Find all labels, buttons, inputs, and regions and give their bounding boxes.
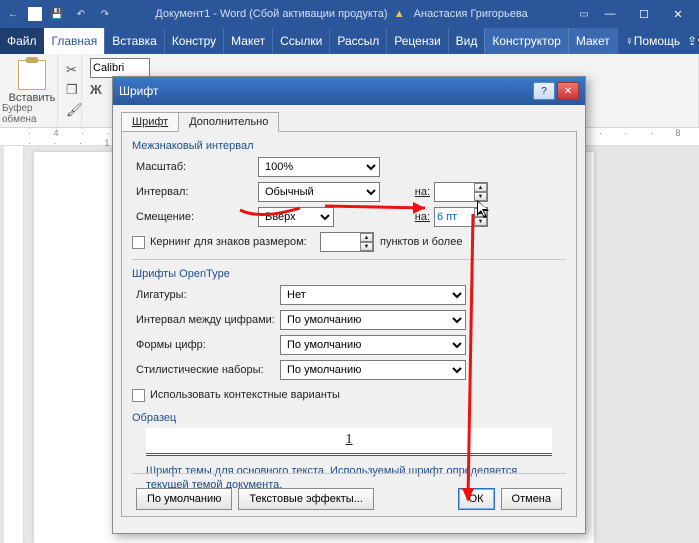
spin-up-icon[interactable]: ▲ (360, 233, 373, 242)
dialog-title: Шрифт (119, 84, 531, 98)
text-effects-button[interactable]: Текстовые эффекты... (238, 488, 374, 510)
kerning-label: Кернинг для знаков размером: (150, 236, 320, 248)
close-window-button[interactable]: ✕ (661, 0, 695, 28)
set-default-button[interactable]: По умолчанию (136, 488, 232, 510)
dialog-tabs: Шрифт Дополнительно (113, 105, 585, 131)
save-icon[interactable]: 💾 (48, 5, 66, 23)
copy-icon[interactable]: ❐ (66, 82, 73, 98)
number-form-label: Формы цифр: (132, 339, 280, 351)
dialog-buttons: По умолчанию Текстовые эффекты... ОК Отм… (122, 488, 576, 510)
undo-icon[interactable]: ↶ (72, 5, 90, 23)
kerning-suffix: пунктов и более (374, 236, 462, 248)
scale-select[interactable]: 100% (258, 157, 380, 177)
tab-mailings[interactable]: Рассыл (329, 28, 386, 54)
vertical-ruler[interactable] (4, 146, 24, 543)
ribbon-tabs: Файл Главная Вставка Констру Макет Ссылк… (0, 28, 699, 54)
tab-file[interactable]: Файл (0, 28, 44, 54)
warning-icon: ▲ (394, 8, 405, 20)
clipboard-group-label: Буфер обмена (2, 103, 57, 125)
dialog-tab-font-label: Шрифт (132, 116, 168, 128)
contextual-alternates-label: Использовать контекстные варианты (150, 389, 340, 401)
ligatures-label: Лигатуры: (132, 289, 280, 301)
cut-icon[interactable]: ✂ (66, 62, 73, 78)
cancel-button[interactable]: Отмена (501, 488, 562, 510)
user-name: Анастасия Григорьева (408, 8, 534, 20)
paste-button[interactable]: Вставить (8, 60, 56, 104)
ligatures-select[interactable]: Нет (280, 285, 466, 305)
ok-button[interactable]: ОК (458, 488, 495, 510)
spacing-select[interactable]: Обычный (258, 182, 380, 202)
spin-down-icon[interactable]: ▼ (360, 242, 373, 251)
number-form-select[interactable]: По умолчанию (280, 335, 466, 355)
stylistic-sets-select[interactable]: По умолчанию (280, 360, 466, 380)
position-select[interactable]: Вверх (258, 207, 334, 227)
dialog-tab-advanced[interactable]: Дополнительно (178, 112, 279, 132)
spin-up-icon[interactable]: ▲ (474, 183, 487, 192)
titlebar: ← 💾 ↶ ↷ Документ1 - Word (Сбой активации… (0, 0, 699, 28)
tab-references[interactable]: Ссылки (272, 28, 329, 54)
spacing-group-title: Межзнаковый интервал (132, 140, 566, 152)
tab-insert[interactable]: Вставка (104, 28, 164, 54)
back-icon[interactable]: ← (4, 5, 22, 23)
position-by-label: на: (408, 211, 434, 223)
minimize-button[interactable]: — (593, 0, 627, 28)
spacing-label: Интервал: (132, 186, 258, 198)
maximize-button[interactable]: ☐ (627, 0, 661, 28)
tell-me[interactable]: ♀ Помощь (617, 28, 687, 54)
spin-up-icon[interactable]: ▲ (474, 208, 487, 217)
dialog-tab-font[interactable]: Шрифт (121, 112, 179, 132)
dialog-help-button[interactable]: ? (533, 82, 555, 100)
spin-down-icon[interactable]: ▼ (474, 192, 487, 201)
redo-icon[interactable]: ↷ (96, 5, 114, 23)
spin-down-icon[interactable]: ▼ (474, 217, 487, 226)
dialog-titlebar[interactable]: Шрифт ? ✕ (113, 77, 585, 105)
contextual-alternates-checkbox[interactable] (132, 389, 145, 402)
ribbon-display-icon[interactable]: ▭ (575, 5, 593, 23)
doc-name: Документ1 - Word (155, 8, 246, 20)
spacing-by-label: на: (408, 186, 434, 198)
format-painter-icon[interactable]: 🖌 (66, 102, 73, 118)
dialog-pane: Межзнаковый интервал Масштаб: 100% Интер… (121, 131, 577, 517)
tell-me-label: Помощь (634, 34, 680, 48)
stylistic-sets-label: Стилистические наборы: (132, 364, 280, 376)
font-dialog: Шрифт ? ✕ Шрифт Дополнительно Межзнаковы… (112, 76, 586, 534)
scale-label: Масштаб: (132, 161, 258, 173)
sample-preview: 1 (146, 428, 552, 456)
tab-layout[interactable]: Макет (223, 28, 272, 54)
tab-home[interactable]: Главная (44, 28, 105, 54)
kerning-checkbox[interactable] (132, 236, 145, 249)
app-word-icon (28, 7, 42, 21)
opentype-group-title: Шрифты OpenType (132, 268, 566, 280)
share-icon[interactable]: ⇪ (687, 28, 697, 54)
dialog-tab-advanced-label: Дополнительно (189, 116, 268, 128)
number-spacing-label: Интервал между цифрами: (132, 314, 280, 326)
tab-view[interactable]: Вид (448, 28, 485, 54)
tab-table-layout[interactable]: Макет (568, 28, 617, 54)
sample-group-title: Образец (132, 412, 566, 424)
tab-review[interactable]: Рецензи (386, 28, 447, 54)
position-label: Смещение: (132, 211, 258, 223)
window-title: Документ1 - Word (Сбой активации продукт… (114, 8, 575, 20)
tab-design[interactable]: Констру (164, 28, 223, 54)
dialog-close-button[interactable]: ✕ (557, 82, 579, 100)
tab-table-design[interactable]: Конструктор (484, 28, 567, 54)
font-family-selector[interactable] (90, 58, 150, 78)
activation-warning: (Сбой активации продукта) (249, 8, 387, 20)
number-spacing-select[interactable]: По умолчанию (280, 310, 466, 330)
bold-icon[interactable]: Ж (90, 82, 102, 97)
clipboard-icon (18, 60, 46, 90)
